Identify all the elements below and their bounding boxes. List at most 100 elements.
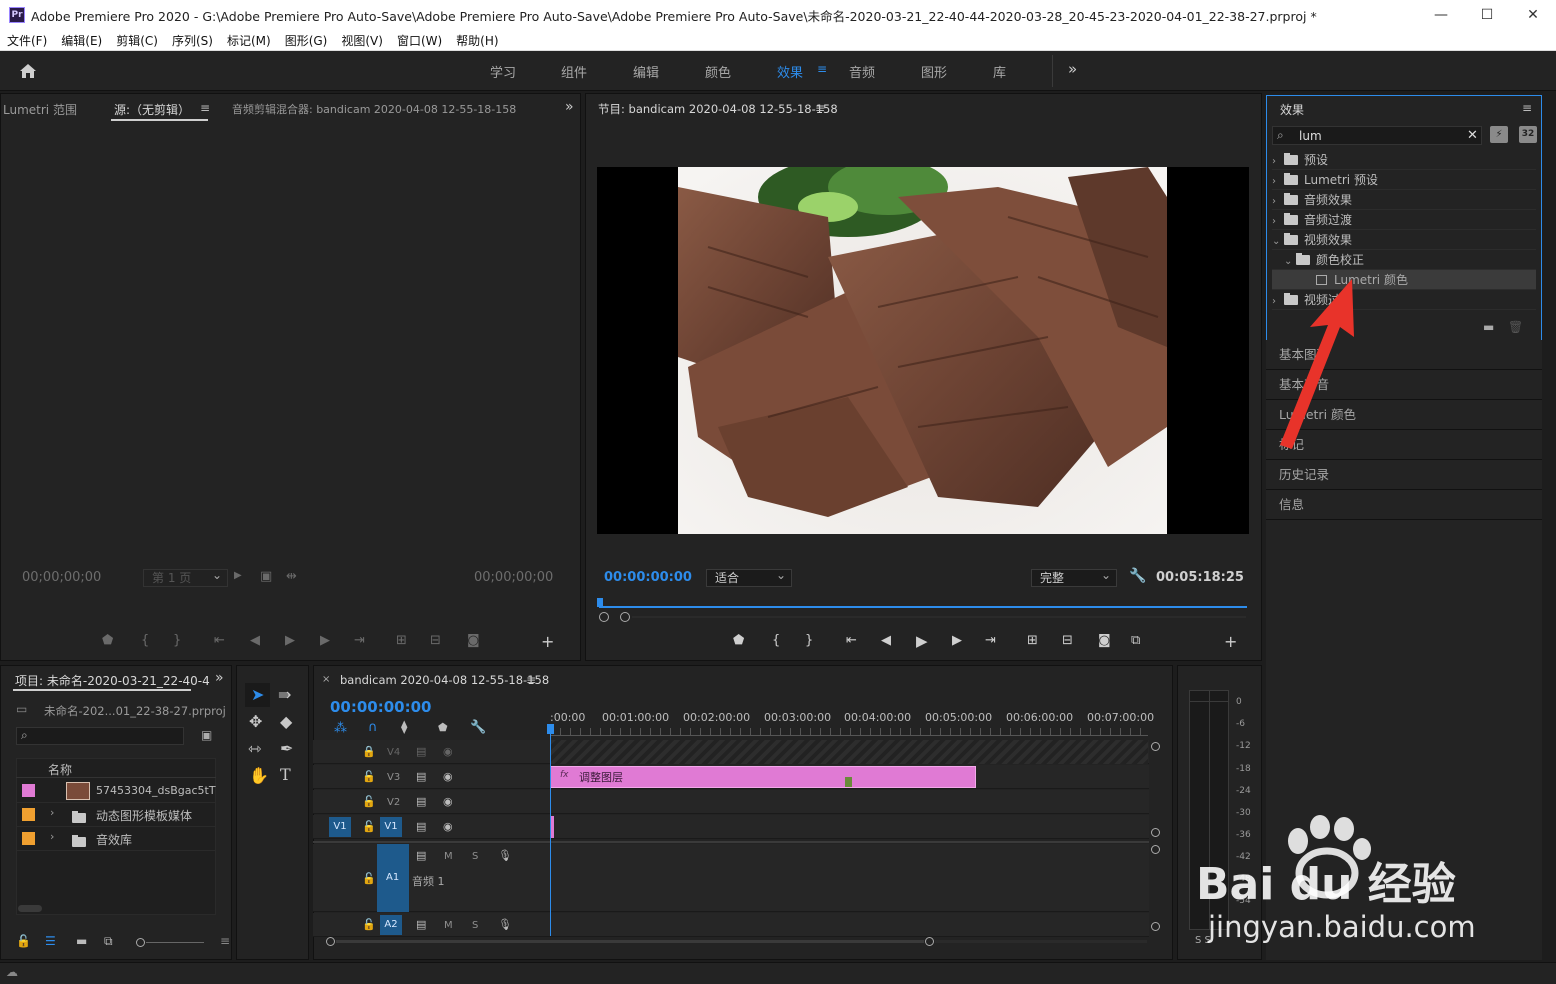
project-search-input[interactable]: ⌕ [16,727,184,745]
effects-tree-item-color-correction[interactable]: ⌄ 颜色校正 [1272,250,1536,270]
panel-history[interactable]: 历史记录 [1266,460,1542,490]
insert-icon[interactable]: ⊞ [396,633,407,648]
effects-search-input[interactable]: lum [1299,129,1322,143]
mark-in-icon[interactable]: { [772,633,780,648]
panel-overflow-icon[interactable]: » [565,99,574,115]
clear-search-icon[interactable]: ✕ [1467,128,1478,143]
step-forward-icon[interactable]: ▶ [320,633,330,648]
column-header-name[interactable]: 名称 [48,761,72,778]
step-forward-icon[interactable]: ▶ [952,633,962,648]
icon-view-icon[interactable]: ▬ [76,934,87,948]
panel-overflow-icon[interactable]: » [215,670,224,686]
new-bin-icon[interactable]: ▬ [1483,320,1494,334]
project-scrollbar[interactable] [18,905,42,912]
new-search-bin-icon[interactable]: ▣ [201,728,212,742]
selection-tool-icon[interactable]: ➤ [251,685,264,704]
audio-scroll-handle[interactable] [1151,845,1160,854]
menu-clip[interactable]: 剪辑(C) [109,32,165,49]
track-lock-icon[interactable]: 🔓 [362,820,376,833]
panel-info[interactable]: 信息 [1266,490,1542,520]
track-lock-icon[interactable]: 🔓 [362,795,376,808]
program-monitor[interactable] [597,167,1249,534]
voice-over-mic-icon[interactable]: 🎙 [498,849,512,862]
menu-file[interactable]: 文件(F) [0,32,54,49]
add-marker-icon[interactable]: ⬟ [733,633,744,648]
timeline-horizontal-scrollbar[interactable] [336,940,924,943]
workspace-editing[interactable]: 编辑 [633,62,659,81]
menu-help[interactable]: 帮助(H) [449,32,505,49]
effects-menu-icon[interactable]: ≡ [1522,101,1532,115]
mark-in-icon[interactable]: { [141,633,149,648]
zoom-slider[interactable] [146,942,204,943]
tab-lumetri-scopes[interactable]: Lumetri 范围 [3,101,77,118]
sync-lock-icon[interactable]: ▤ [416,770,426,783]
chevron-right-icon[interactable]: › [50,830,54,843]
track-label[interactable]: V4 [387,747,400,758]
step-back-icon[interactable]: ◀ [881,633,891,648]
button-editor-add-icon[interactable]: + [541,632,554,651]
workspace-graphics[interactable]: 图形 [921,62,947,81]
effects-tree-item-video-effects[interactable]: ⌄ 视频效果 [1272,230,1536,250]
tab-source[interactable]: 源:（无剪辑） [114,101,190,118]
track-target-a2[interactable]: A2 [380,915,402,935]
timeline-playhead-timecode[interactable]: 00:00:00:00 [330,698,432,716]
list-item[interactable]: › 音效库 [16,827,216,851]
toggle-output-eye-icon[interactable]: ◉ [443,795,453,808]
tab-program[interactable]: 节目: bandicam 2020-04-08 12-55-18-158 [598,101,838,117]
sync-lock-icon[interactable]: ▤ [416,918,426,931]
program-menu-icon[interactable]: ≡ [815,101,825,115]
menu-marker[interactable]: 标记(M) [220,32,278,49]
maximize-button[interactable]: ☐ [1464,0,1510,30]
workspace-effects[interactable]: 效果 [777,62,803,81]
home-icon[interactable] [19,63,37,79]
menu-view[interactable]: 视图(V) [334,32,390,49]
tab-project[interactable]: 项目: 未命名-2020-03-21_22-40-4 [15,672,210,689]
workspace-color[interactable]: 颜色 [705,62,731,81]
source-page-dropdown[interactable]: 第 1 页 [143,567,228,587]
workspace-libraries[interactable]: 库 [993,62,1006,81]
export-frame-icon[interactable]: ◙ [467,633,480,648]
more-icon[interactable]: ≡ [220,934,230,948]
tab-audio-clip-mixer[interactable]: 音频剪辑混合器: bandicam 2020-04-08 12-55-18-15… [232,101,516,117]
safe-margins-icon[interactable]: ▣ [260,569,272,584]
go-to-out-icon[interactable]: ⇥ [985,633,996,648]
overwrite-icon[interactable]: ⊟ [430,633,441,648]
zoom-handle-right[interactable] [620,612,630,622]
toggle-output-eye-icon[interactable]: ◉ [443,745,453,758]
list-item[interactable]: › 动态图形模板媒体 [16,803,216,827]
accelerated-effects-icon[interactable]: ⚡ [1490,126,1508,143]
cloud-sync-icon[interactable]: ☁ [6,965,18,979]
menu-window[interactable]: 窗口(W) [390,32,449,49]
snap-magnet-icon[interactable]: ∩ [368,720,378,735]
source-patch-v1[interactable]: V1 [329,817,351,837]
timeline-playhead[interactable] [550,724,551,936]
voice-over-mic-icon[interactable]: 🎙 [498,918,512,931]
track-label[interactable]: V2 [387,797,400,808]
hand-tool-icon[interactable]: ✋ [249,766,269,785]
track-select-tool-icon[interactable]: ⇛ [278,685,291,704]
zoom-handle-left[interactable] [599,612,609,622]
wrench-icon[interactable]: 🔧 [1129,568,1146,584]
track-lock-icon[interactable]: 🔓 [362,770,376,783]
timeline-settings-wrench-icon[interactable]: 🔧 [470,720,486,735]
razor-tool-icon[interactable]: ◆ [280,712,292,731]
sync-lock-icon[interactable]: ▤ [416,745,426,758]
pen-tool-icon[interactable]: ✒ [280,739,293,758]
label-color-swatch[interactable] [22,784,35,797]
comparison-view-icon[interactable]: ⧉ [1131,633,1140,648]
chevron-down-icon[interactable]: ⌄ [1284,252,1296,272]
timeline-scroll-track[interactable] [935,940,1147,943]
clip-keyframe-marker[interactable] [845,777,852,787]
timeline-zoom-handle-right[interactable] [925,937,934,946]
audio-scroll-handle[interactable] [1151,922,1160,931]
playback-resolution-dropdown[interactable]: 完整 [1031,567,1117,587]
workspace-menu-icon[interactable]: ≡ [817,62,827,76]
label-color-swatch[interactable] [22,808,35,821]
type-tool-icon[interactable]: T [280,765,291,784]
workspace-assembly[interactable]: 组件 [561,62,587,81]
effects-tree-item-audio-transitions[interactable]: › 音频过渡 [1272,210,1536,230]
effects-search-box[interactable]: ⌕ lum ✕ [1272,126,1482,145]
nest-icon[interactable]: ⁂ [334,721,347,736]
tab-effects[interactable]: 效果 [1280,101,1304,118]
go-to-out-icon[interactable]: ⇥ [354,633,365,648]
